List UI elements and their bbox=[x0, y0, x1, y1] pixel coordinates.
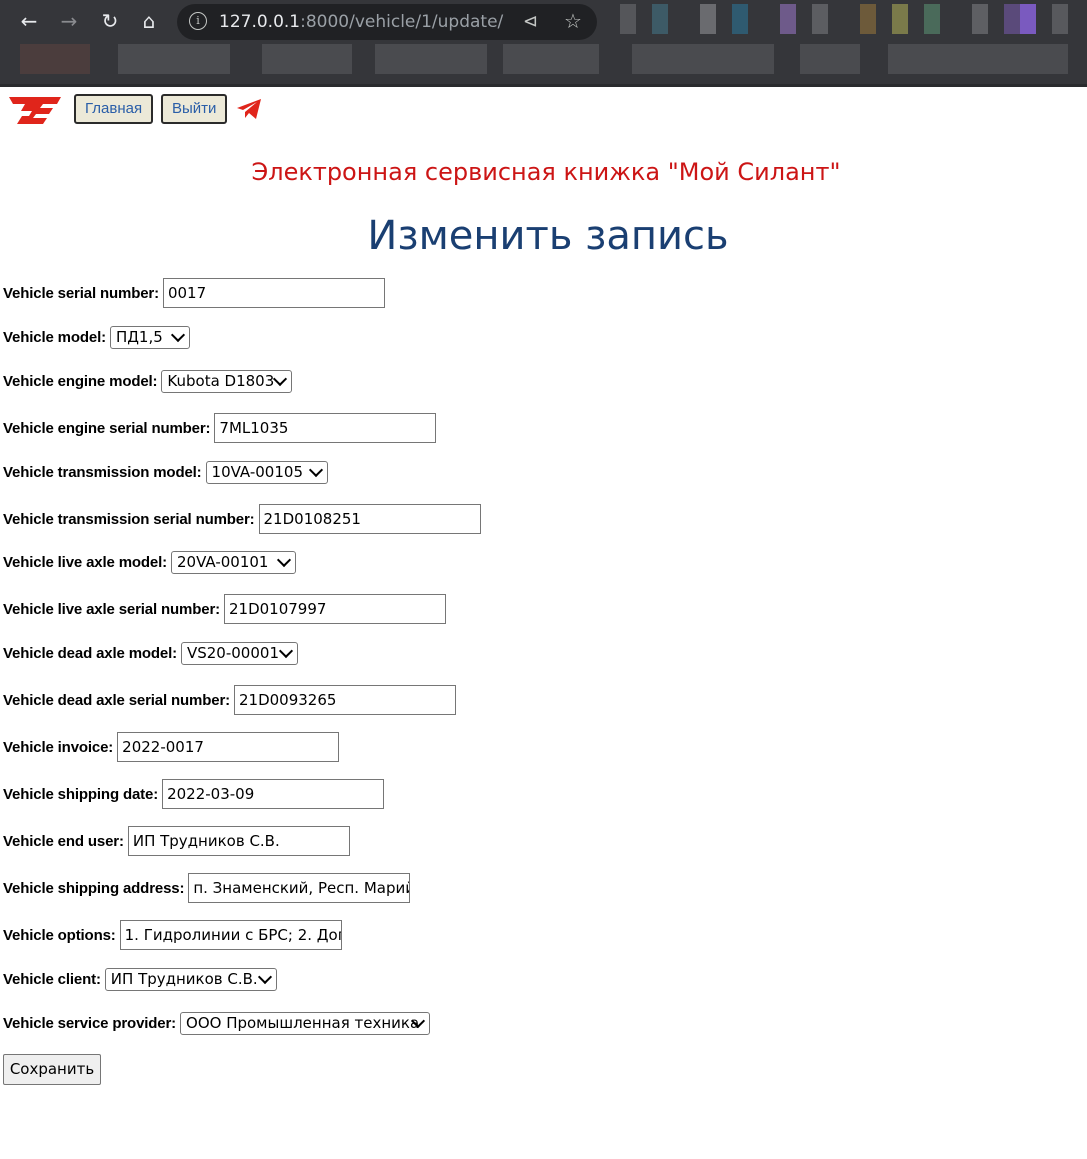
chevron-down-icon bbox=[278, 643, 294, 659]
field-label: Vehicle end user: bbox=[3, 832, 124, 850]
form-row-invoice: Vehicle invoice: 2022-0017 bbox=[3, 732, 340, 762]
form-row-end-user: Vehicle end user: ИП Трудников С.В. bbox=[3, 826, 350, 856]
field-label: Vehicle live axle serial number: bbox=[3, 600, 220, 618]
browser-toolbar: ← → ↻ ⌂ i 127.0.0.1:8000/vehicle/1/updat… bbox=[0, 0, 1087, 87]
extension-icon[interactable] bbox=[1004, 4, 1020, 34]
form-row-serial-number: Vehicle serial number: 0017 bbox=[3, 278, 385, 308]
extension-icon[interactable] bbox=[700, 4, 716, 34]
field-label: Vehicle invoice: bbox=[3, 738, 114, 756]
form-row-shipping-date: Vehicle shipping date: 2022-03-09 bbox=[3, 779, 385, 809]
dead-axle-model-select[interactable]: VS20-00001 bbox=[180, 642, 298, 665]
extension-icon[interactable] bbox=[780, 4, 796, 34]
field-label: Vehicle transmission serial number: bbox=[3, 510, 255, 528]
toolbar-divider bbox=[0, 84, 1087, 87]
options-input[interactable]: 1. Гидролинии с БРС; 2. Доп bbox=[119, 920, 342, 950]
chevron-down-icon bbox=[273, 371, 288, 387]
site-info-icon[interactable]: i bbox=[189, 12, 207, 30]
home-icon[interactable]: ⌂ bbox=[136, 8, 162, 34]
home-nav-button[interactable]: Главная bbox=[74, 94, 154, 124]
field-label: Vehicle client: bbox=[3, 971, 101, 988]
live-axle-serial-input[interactable]: 21D0107997 bbox=[224, 594, 446, 624]
bookmark-star-icon[interactable]: ☆ bbox=[564, 9, 582, 33]
extension-icon[interactable] bbox=[860, 4, 876, 34]
extension-icon[interactable] bbox=[972, 4, 988, 34]
form-row-transmission-model: Vehicle transmission model: 10VA-00105 bbox=[3, 461, 328, 484]
extension-icon[interactable] bbox=[924, 4, 940, 34]
form-row-options: Vehicle options: 1. Гидролинии с БРС; 2.… bbox=[3, 920, 342, 950]
form-row-shipping-address: Vehicle shipping address: п. Знаменский,… bbox=[3, 873, 411, 903]
invoice-input[interactable]: 2022-0017 bbox=[117, 732, 340, 762]
bookmark-item[interactable] bbox=[375, 44, 487, 74]
field-label: Vehicle engine model: bbox=[3, 373, 158, 390]
form-row-live-axle-model: Vehicle live axle model: 20VA-00101 bbox=[3, 551, 296, 574]
extension-icon[interactable] bbox=[732, 4, 748, 34]
field-label: Vehicle dead axle serial number: bbox=[3, 691, 230, 709]
client-select[interactable]: ИП Трудников С.В. bbox=[104, 968, 277, 991]
shipping-date-input[interactable]: 2022-03-09 bbox=[162, 779, 385, 809]
back-arrow-icon[interactable]: ← bbox=[16, 8, 42, 34]
chevron-down-icon bbox=[276, 552, 292, 568]
engine-serial-input[interactable]: 7ML1035 bbox=[214, 413, 437, 443]
extension-icon[interactable] bbox=[1052, 4, 1068, 34]
form-row-engine-serial: Vehicle engine serial number: 7ML1035 bbox=[3, 413, 437, 443]
end-user-input[interactable]: ИП Трудников С.В. bbox=[127, 826, 350, 856]
extension-icon[interactable] bbox=[892, 4, 908, 34]
forward-arrow-icon[interactable]: → bbox=[56, 8, 82, 34]
model-select[interactable]: ПД1,5 bbox=[109, 326, 190, 349]
field-label: Vehicle dead axle model: bbox=[3, 645, 177, 662]
bookmark-item[interactable] bbox=[503, 44, 599, 74]
form-row-service-provider: Vehicle service provider: ООО Промышленн… bbox=[3, 1012, 431, 1035]
engine-model-select[interactable]: Kubota D1803 bbox=[161, 370, 293, 393]
form-row-client: Vehicle client: ИП Трудников С.В. bbox=[3, 968, 277, 991]
chevron-down-icon bbox=[170, 327, 186, 343]
reload-icon[interactable]: ↻ bbox=[97, 8, 123, 34]
extension-icon[interactable] bbox=[1020, 4, 1036, 34]
bookmark-item[interactable] bbox=[632, 44, 774, 74]
form-row-live-axle-serial: Vehicle live axle serial number: 21D0107… bbox=[3, 594, 446, 624]
transmission-serial-input[interactable]: 21D0108251 bbox=[258, 504, 481, 534]
save-button[interactable]: Сохранить bbox=[3, 1054, 101, 1085]
form-row-engine-model: Vehicle engine model: Kubota D1803 bbox=[3, 370, 293, 393]
chevron-down-icon bbox=[308, 462, 323, 478]
address-bar[interactable]: i 127.0.0.1:8000/vehicle/1/update/ ⊲ ☆ bbox=[177, 4, 597, 40]
telegram-icon[interactable] bbox=[236, 98, 262, 120]
extension-icon[interactable] bbox=[620, 4, 636, 34]
bookmark-item[interactable] bbox=[20, 44, 90, 74]
field-label: Vehicle shipping address: bbox=[3, 879, 185, 897]
field-label: Vehicle options: bbox=[3, 926, 116, 944]
form-row-model: Vehicle model: ПД1,5 bbox=[3, 326, 190, 349]
site-title: Электронная сервисная книжка "Мой Силант… bbox=[251, 158, 841, 186]
form-row-dead-axle-model: Vehicle dead axle model: VS20-00001 bbox=[3, 642, 298, 665]
logout-button[interactable]: Выйти bbox=[161, 94, 228, 124]
field-label: Vehicle service provider: bbox=[3, 1015, 177, 1032]
form-row-transmission-serial: Vehicle transmission serial number: 21D0… bbox=[3, 504, 481, 534]
field-label: Vehicle engine serial number: bbox=[3, 419, 211, 437]
extension-icon[interactable] bbox=[812, 4, 828, 34]
transmission-model-select[interactable]: 10VA-00105 bbox=[205, 461, 328, 484]
bookmark-item[interactable] bbox=[118, 44, 230, 74]
live-axle-model-select[interactable]: 20VA-00101 bbox=[171, 551, 296, 574]
service-provider-select[interactable]: ООО Промышленная техника bbox=[180, 1012, 431, 1035]
extension-icon[interactable] bbox=[652, 4, 668, 34]
field-label: Vehicle serial number: bbox=[3, 284, 159, 302]
share-icon[interactable]: ⊲ bbox=[523, 11, 538, 32]
url-text: 127.0.0.1:8000/vehicle/1/update/ bbox=[219, 12, 504, 32]
field-label: Vehicle model: bbox=[3, 329, 106, 346]
bookmark-item[interactable] bbox=[262, 44, 352, 74]
bookmark-item[interactable] bbox=[800, 44, 860, 74]
page-title: Изменить запись bbox=[367, 213, 729, 259]
dead-axle-serial-input[interactable]: 21D0093265 bbox=[233, 685, 456, 715]
field-label: Vehicle live axle model: bbox=[3, 554, 167, 571]
field-label: Vehicle transmission model: bbox=[3, 464, 202, 481]
bookmark-item[interactable] bbox=[888, 44, 1068, 74]
serial-number-input[interactable]: 0017 bbox=[162, 278, 385, 308]
shipping-address-input[interactable]: п. Знаменский, Респ. Марий bbox=[188, 873, 411, 903]
chevron-down-icon bbox=[257, 969, 272, 985]
field-label: Vehicle shipping date: bbox=[3, 785, 159, 803]
form-row-dead-axle-serial: Vehicle dead axle serial number: 21D0093… bbox=[3, 685, 456, 715]
silant-logo-icon[interactable] bbox=[7, 95, 63, 125]
